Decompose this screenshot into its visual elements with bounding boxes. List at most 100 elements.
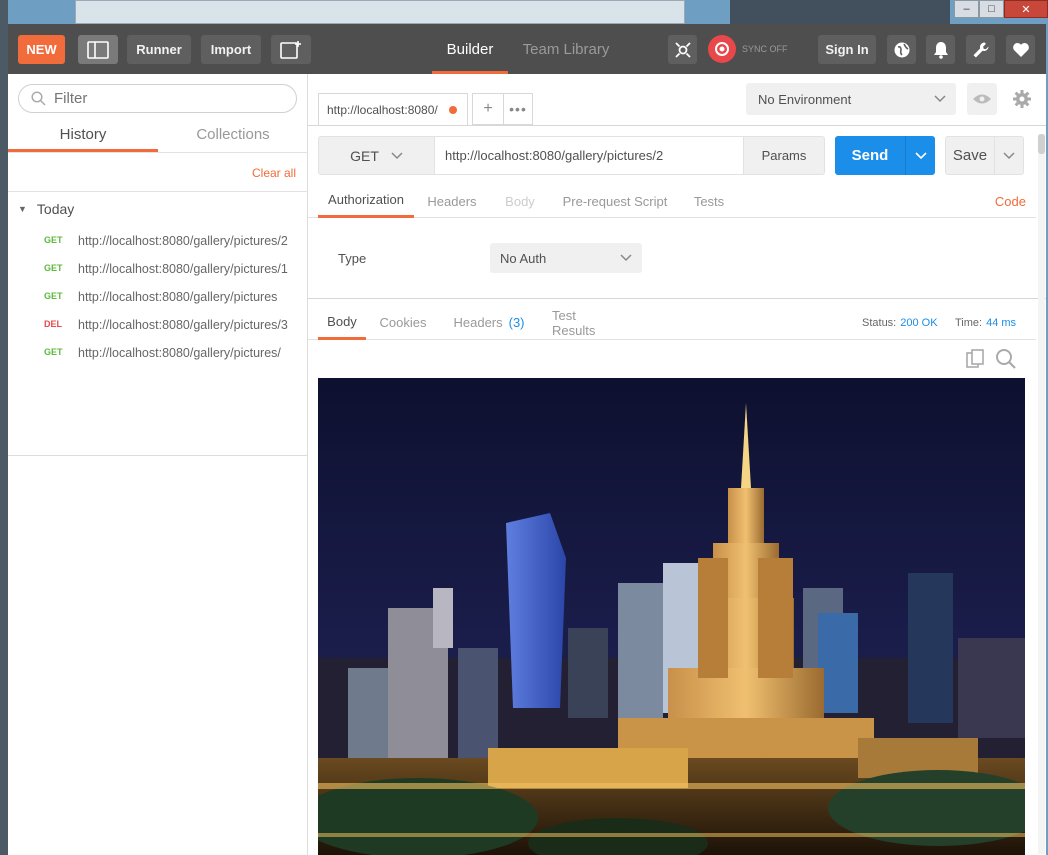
desktop-edge xyxy=(0,0,8,855)
tab-authorization[interactable]: Authorization xyxy=(318,184,414,218)
manage-environments-button[interactable] xyxy=(1007,83,1037,115)
top-toolbar: NEW Runner Import Builder Team Library S… xyxy=(8,24,1046,74)
tab-builder[interactable]: Builder xyxy=(432,24,508,74)
history-item[interactable]: DEL http://localhost:8080/gallery/pictur… xyxy=(8,312,308,340)
import-button[interactable]: Import xyxy=(201,35,261,64)
status-label: Status: xyxy=(862,317,897,329)
history-group-today[interactable]: ▼ Today xyxy=(18,201,74,217)
chevron-down-icon xyxy=(934,95,946,103)
tab-test-results[interactable]: Test Results xyxy=(552,305,622,340)
auth-type-value: No Auth xyxy=(500,250,547,266)
history-url: http://localhost:8080/gallery/pictures/ xyxy=(78,346,281,360)
search-icon xyxy=(31,91,46,106)
toggle-sidebar-button[interactable] xyxy=(78,35,118,64)
auth-type-label: Type xyxy=(338,251,367,266)
filter-input[interactable] xyxy=(54,90,274,107)
environment-select[interactable]: No Environment xyxy=(746,83,956,115)
chevron-down-icon xyxy=(620,254,632,262)
interceptor-button[interactable] xyxy=(668,35,697,64)
clear-all-link[interactable]: Clear all xyxy=(252,166,296,180)
globe-icon xyxy=(894,42,909,57)
history-item[interactable]: GET http://localhost:8080/gallery/pictur… xyxy=(8,284,308,312)
response-headers-count: (3) xyxy=(508,315,525,330)
url-input[interactable] xyxy=(445,148,735,163)
favorites-button[interactable] xyxy=(1006,35,1035,64)
send-dropdown-button[interactable] xyxy=(905,136,935,175)
tab-body[interactable]: Body xyxy=(498,184,542,218)
chevron-down-icon xyxy=(914,151,927,159)
history-item[interactable]: GET http://localhost:8080/gallery/pictur… xyxy=(8,228,308,256)
sync-icon xyxy=(708,35,736,63)
tab-tests[interactable]: Tests xyxy=(688,184,730,218)
divider xyxy=(8,191,308,192)
history-url: http://localhost:8080/gallery/pictures xyxy=(78,290,278,304)
request-tabs: Authorization Headers Body Pre-request S… xyxy=(308,184,1036,218)
globe-button[interactable] xyxy=(887,35,916,64)
request-tab-title: http://localhost:8080/ xyxy=(327,102,438,117)
response-time: Time: 44 ms xyxy=(955,317,1016,329)
history-method: GET xyxy=(44,291,63,301)
send-button[interactable]: Send xyxy=(835,136,905,175)
scrollbar-track[interactable] xyxy=(1038,134,1045,854)
more-tabs-button[interactable]: ••• xyxy=(503,93,533,125)
generate-code-link[interactable]: Code xyxy=(995,194,1026,209)
url-field[interactable] xyxy=(434,136,744,175)
status-value: 200 OK xyxy=(900,317,938,329)
method-value: GET xyxy=(350,147,379,164)
history-url: http://localhost:8080/gallery/pictures/2 xyxy=(78,234,288,248)
environment-quick-look-button[interactable] xyxy=(967,83,997,115)
maximize-button[interactable]: □ xyxy=(979,0,1004,18)
postman-window: NEW Runner Import Builder Team Library S… xyxy=(8,24,1046,855)
response-tabs: Body Cookies Headers (3) Test Results St… xyxy=(308,305,1036,340)
window-controls: – □ ✕ xyxy=(954,0,1048,18)
close-button[interactable]: ✕ xyxy=(1004,0,1048,18)
tab-collections[interactable]: Collections xyxy=(158,122,308,152)
builder-pane: http://localhost:8080/ + ••• No Environm… xyxy=(308,74,1046,855)
request-tab[interactable]: http://localhost:8080/ xyxy=(318,93,468,125)
notifications-button[interactable] xyxy=(926,35,955,64)
add-tab-button[interactable]: + xyxy=(472,93,504,125)
tab-response-body[interactable]: Body xyxy=(318,305,366,340)
bell-icon xyxy=(933,41,948,59)
save-dropdown-button[interactable] xyxy=(994,136,1024,175)
caret-down-icon: ▼ xyxy=(18,204,27,214)
params-button[interactable]: Params xyxy=(743,136,825,175)
gear-icon xyxy=(1013,90,1031,108)
minimize-button[interactable]: – xyxy=(954,0,979,18)
unsaved-dot-icon xyxy=(449,105,457,114)
sync-status[interactable]: SYNC OFF xyxy=(708,35,788,63)
runner-button[interactable]: Runner xyxy=(127,35,191,64)
response-headers-label: Headers xyxy=(453,315,503,330)
history-method: DEL xyxy=(44,319,62,329)
copy-icon[interactable] xyxy=(966,349,986,369)
tab-response-cookies[interactable]: Cookies xyxy=(378,305,428,340)
new-window-icon xyxy=(280,40,301,59)
divider xyxy=(308,298,1046,299)
history-method: GET xyxy=(44,235,63,245)
settings-button[interactable] xyxy=(966,35,995,64)
environment-value: No Environment xyxy=(758,91,852,107)
history-url: http://localhost:8080/gallery/pictures/1 xyxy=(78,262,288,276)
search-icon[interactable] xyxy=(995,348,1017,370)
scrollbar-thumb[interactable] xyxy=(1038,134,1045,154)
filter-box[interactable] xyxy=(18,84,297,113)
auth-type-select[interactable]: No Auth xyxy=(490,243,642,273)
method-select[interactable]: GET xyxy=(318,136,435,175)
history-group-label: Today xyxy=(36,201,75,217)
new-button[interactable]: NEW xyxy=(18,35,65,64)
satellite-icon xyxy=(674,41,691,58)
tab-history[interactable]: History xyxy=(8,122,158,152)
wrench-icon xyxy=(973,41,989,57)
time-label: Time: xyxy=(955,317,983,329)
tab-pre-request-script[interactable]: Pre-request Script xyxy=(558,184,672,218)
history-item[interactable]: GET http://localhost:8080/gallery/pictur… xyxy=(8,256,308,284)
new-window-button[interactable] xyxy=(271,35,311,64)
background-window-dark xyxy=(730,0,950,24)
divider xyxy=(8,455,308,456)
tab-team-library[interactable]: Team Library xyxy=(516,24,616,74)
history-item[interactable]: GET http://localhost:8080/gallery/pictur… xyxy=(8,340,308,368)
save-button[interactable]: Save xyxy=(945,136,995,175)
sign-in-button[interactable]: Sign In xyxy=(818,35,876,64)
tab-headers[interactable]: Headers xyxy=(422,184,482,218)
tab-response-headers[interactable]: Headers (3) xyxy=(451,305,527,340)
